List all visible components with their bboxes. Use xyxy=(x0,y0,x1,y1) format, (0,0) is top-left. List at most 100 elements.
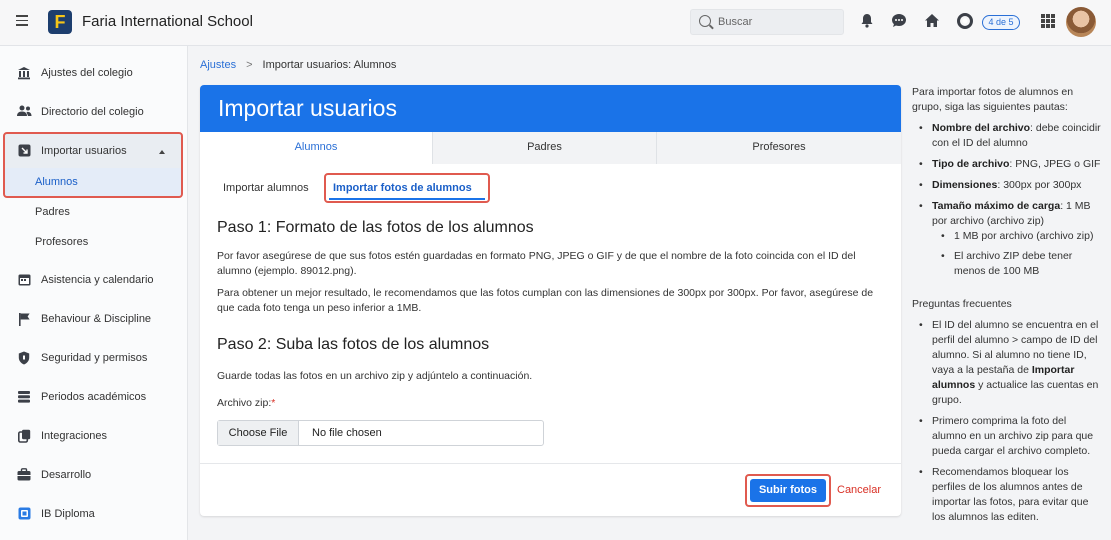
upload-photos-button[interactable]: Subir fotos xyxy=(750,479,826,502)
step2-paragraph: Guarde todas las fotos en un archivo zip… xyxy=(217,370,533,382)
ib-icon xyxy=(17,507,31,521)
chat-icon[interactable] xyxy=(891,13,907,29)
subtab-importar-fotos[interactable]: Importar fotos de alumnos xyxy=(333,182,472,194)
sidebar: Ajustes del colegio Directorio del coleg… xyxy=(0,46,188,540)
breadcrumb-link-ajustes[interactable]: Ajustes xyxy=(200,59,236,71)
sidebar-item-label: Seguridad y permisos xyxy=(41,352,148,364)
file-field-label: Archivo zip:* xyxy=(217,397,275,409)
import-icon xyxy=(17,144,31,158)
sidebar-item-label: Periodos académicos xyxy=(41,391,147,403)
layers-icon xyxy=(17,390,31,404)
breadcrumb-current: Importar usuarios: Alumnos xyxy=(262,59,397,71)
people-icon xyxy=(17,105,32,119)
rule-text: : PNG, JPEG o GIF xyxy=(1009,158,1101,170)
school-logo[interactable]: F xyxy=(48,10,72,34)
faq-list: El ID del alumno se encuentra en el perf… xyxy=(912,318,1102,525)
sidebar-item-label: Integraciones xyxy=(41,430,108,442)
file-label-text: Archivo zip: xyxy=(217,397,272,409)
help-rule: Nombre del archivo: debe coincidir con e… xyxy=(912,121,1102,151)
sidebar-item-label: Ajustes del colegio xyxy=(41,67,133,79)
sidebar-item-asistencia[interactable]: Asistencia y calendario xyxy=(0,265,188,295)
bell-icon[interactable] xyxy=(859,13,875,29)
rule-term: Dimensiones xyxy=(932,179,998,191)
step1-paragraph-1: Por favor asegúrese de que sus fotos est… xyxy=(217,250,856,277)
tab-alumnos[interactable]: Alumnos xyxy=(200,132,432,164)
sidebar-subitem-label: Profesores xyxy=(35,236,89,248)
subtab-importar-alumnos[interactable]: Importar alumnos xyxy=(223,182,309,194)
faq-item: El ID del alumno se encuentra en el perf… xyxy=(912,318,1102,408)
choose-file-button[interactable]: Choose File xyxy=(218,421,299,445)
faq-item: Primero comprima la foto del alumno en u… xyxy=(912,414,1102,459)
subtab-active-underline xyxy=(329,198,485,200)
cancel-button[interactable]: Cancelar xyxy=(837,484,881,496)
sidebar-item-seguridad[interactable]: Seguridad y permisos xyxy=(0,343,188,373)
sidebar-subitem-padres[interactable]: Padres xyxy=(0,199,188,225)
user-avatar[interactable] xyxy=(1066,7,1096,37)
sidebar-item-periodos[interactable]: Periodos académicos xyxy=(0,382,188,412)
sidebar-item-ib-diploma[interactable]: IB Diploma xyxy=(0,499,188,529)
step1-paragraph-2: Para obtener un mejor resultado, le reco… xyxy=(217,287,874,314)
sidebar-item-label: IB Diploma xyxy=(41,508,95,520)
tab-profesores[interactable]: Profesores xyxy=(656,132,901,164)
help-subrule: 1 MB por archivo (archivo zip) xyxy=(912,229,1102,244)
sidebar-item-label: Directorio del colegio xyxy=(41,106,144,118)
help-subrule: El archivo ZIP debe tener menos de 100 M… xyxy=(912,249,1102,279)
sidebar-subitem-label: Padres xyxy=(35,206,70,218)
help-rules-list: Nombre del archivo: debe coincidir con e… xyxy=(912,121,1102,279)
tab-bar: Alumnos Padres Profesores xyxy=(200,132,901,164)
help-rule: Dimensiones: 300px por 300px xyxy=(912,178,1102,193)
rule-term: Tamaño máximo de carga xyxy=(932,200,1061,212)
lifebuoy-icon[interactable] xyxy=(957,13,973,29)
apps-grid-icon[interactable] xyxy=(1041,14,1055,28)
flag-icon xyxy=(17,312,31,326)
app-title[interactable]: Faria International School xyxy=(82,13,253,30)
file-status-text: No file chosen xyxy=(312,427,382,439)
caret-up-icon[interactable] xyxy=(159,150,165,154)
sidebar-subitem-alumnos[interactable]: Alumnos xyxy=(0,169,188,195)
breadcrumb-separator: > xyxy=(246,59,253,71)
required-mark: * xyxy=(271,397,276,409)
bank-icon xyxy=(17,66,31,80)
footer-divider xyxy=(200,463,901,464)
sidebar-item-integraciones[interactable]: Integraciones xyxy=(0,421,188,451)
search-icon xyxy=(699,15,711,27)
faq-item: Recomendamos bloquear los perfiles de lo… xyxy=(912,465,1102,525)
rule-term: Nombre del archivo xyxy=(932,122,1031,134)
copy-icon xyxy=(17,429,31,443)
shield-icon xyxy=(17,351,31,365)
help-panel: Para importar fotos de alumnos en grupo,… xyxy=(912,85,1102,525)
sidebar-item-importar-usuarios[interactable]: Importar usuarios xyxy=(0,136,188,166)
top-bar: F Faria International School Buscar 4 de… xyxy=(0,0,1111,46)
step1-heading: Paso 1: Formato de las fotos de los alum… xyxy=(217,219,534,236)
search-input[interactable]: Buscar xyxy=(690,9,844,35)
zip-file-input[interactable]: Choose File No file chosen xyxy=(217,420,544,446)
sidebar-item-label: Asistencia y calendario xyxy=(41,274,154,286)
sidebar-item-ajustes[interactable]: Ajustes del colegio xyxy=(0,58,188,88)
help-intro: Para importar fotos de alumnos en grupo,… xyxy=(912,86,1074,113)
briefcase-icon xyxy=(17,468,31,482)
help-rule: Tamaño máximo de carga: 1 MB por archivo… xyxy=(912,199,1102,229)
import-card: Importar usuarios Alumnos Padres Profeso… xyxy=(200,85,901,516)
hamburger-icon[interactable] xyxy=(16,15,28,27)
sidebar-item-label: Behaviour & Discipline xyxy=(41,313,152,325)
sidebar-subitem-profesores[interactable]: Profesores xyxy=(0,229,188,255)
home-icon[interactable] xyxy=(924,13,940,29)
sidebar-item-behaviour[interactable]: Behaviour & Discipline xyxy=(0,304,188,334)
search-placeholder: Buscar xyxy=(718,16,753,28)
rule-text: : 300px por 300px xyxy=(997,179,1082,191)
page-title: Importar usuarios xyxy=(218,95,397,121)
sidebar-subitem-label: Alumnos xyxy=(35,176,78,188)
card-header: Importar usuarios xyxy=(200,85,901,132)
sidebar-item-directorio[interactable]: Directorio del colegio xyxy=(0,97,188,127)
sidebar-item-desarrollo[interactable]: Desarrollo xyxy=(0,460,188,490)
calendar-icon xyxy=(17,273,31,287)
rule-term: Tipo de archivo xyxy=(932,158,1010,170)
breadcrumb: Ajustes > Importar usuarios: Alumnos xyxy=(200,59,396,71)
help-rule: Tipo de archivo: PNG, JPEG o GIF xyxy=(912,157,1102,172)
tab-padres[interactable]: Padres xyxy=(432,132,656,164)
sidebar-item-label: Importar usuarios xyxy=(41,145,127,157)
sidebar-item-label: Desarrollo xyxy=(41,469,92,481)
progress-badge[interactable]: 4 de 5 xyxy=(982,15,1020,30)
step2-heading: Paso 2: Suba las fotos de los alumnos xyxy=(217,336,490,353)
faq-title: Preguntas frecuentes xyxy=(912,298,1012,310)
